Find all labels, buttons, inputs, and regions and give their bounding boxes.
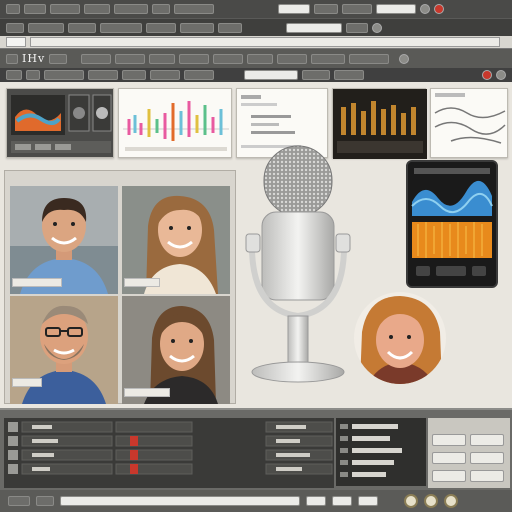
participant-name-2 xyxy=(124,278,160,287)
stop-button[interactable] xyxy=(332,496,352,506)
toolbar-button[interactable] xyxy=(179,53,210,64)
toolbar-button[interactable] xyxy=(50,4,80,14)
preview-graphic xyxy=(11,94,112,153)
toolbar-button[interactable] xyxy=(342,4,372,14)
toolbar-button[interactable] xyxy=(174,4,214,14)
clip-rows xyxy=(340,424,402,477)
action-button[interactable] xyxy=(470,452,504,464)
toolbar-button[interactable] xyxy=(84,4,110,14)
action-button[interactable] xyxy=(470,434,504,446)
action-button[interactable] xyxy=(432,434,466,446)
action-buttons xyxy=(428,418,510,488)
toolbar-button[interactable] xyxy=(314,4,338,14)
microphone-icon xyxy=(245,145,351,383)
toolbar-button[interactable] xyxy=(213,53,244,64)
stop-icon[interactable] xyxy=(496,70,506,80)
curve-graphic xyxy=(434,93,506,144)
action-button[interactable] xyxy=(470,470,504,482)
toolbar-button[interactable] xyxy=(302,70,330,80)
curve-panel[interactable] xyxy=(430,88,508,158)
pan-knob-icon[interactable] xyxy=(444,494,458,508)
toolbar-button[interactable] xyxy=(68,22,96,33)
toolbar-button[interactable] xyxy=(149,53,176,64)
settings-icon[interactable] xyxy=(420,4,430,14)
volume-knob-icon[interactable] xyxy=(404,494,418,508)
toolbar-button[interactable] xyxy=(349,53,390,64)
play-button[interactable] xyxy=(306,496,326,506)
nav-field[interactable] xyxy=(6,37,26,47)
toolbar-button[interactable] xyxy=(218,22,242,33)
toolbar-button[interactable] xyxy=(277,53,308,64)
url-field[interactable] xyxy=(30,37,500,47)
toolbar-button[interactable] xyxy=(122,70,146,80)
toolbar-button[interactable] xyxy=(44,70,84,80)
spectrum-panel[interactable] xyxy=(118,88,232,158)
toolbar-button[interactable] xyxy=(100,22,142,33)
toolbar-field[interactable] xyxy=(278,4,310,14)
toolbar-button[interactable] xyxy=(6,70,22,80)
action-button[interactable] xyxy=(432,452,466,464)
record-button[interactable] xyxy=(358,496,378,506)
toolbar-button[interactable] xyxy=(152,4,170,14)
host-photo xyxy=(354,292,446,384)
toolbar-button[interactable] xyxy=(346,22,368,33)
toolbar-button[interactable] xyxy=(114,4,148,14)
toolbar-button[interactable] xyxy=(36,496,54,506)
toolbar-button[interactable] xyxy=(184,70,214,80)
search-input[interactable] xyxy=(286,22,342,33)
close-icon[interactable] xyxy=(434,4,444,14)
toolbar-button[interactable] xyxy=(247,53,274,64)
toolbar-field[interactable] xyxy=(376,4,416,14)
host-avatar[interactable] xyxy=(354,292,446,384)
clip-list[interactable] xyxy=(336,418,426,486)
video-preview-panel[interactable] xyxy=(6,88,114,158)
toolbar-button[interactable] xyxy=(311,53,346,64)
toolbar-button[interactable] xyxy=(146,22,176,33)
record-icon[interactable] xyxy=(482,70,492,80)
top-toolbar xyxy=(0,0,512,18)
address-bar xyxy=(0,36,512,48)
track-rows xyxy=(8,421,333,475)
secondary-toolbar xyxy=(0,18,512,36)
toolbar-button[interactable] xyxy=(334,70,364,80)
toolbar-button[interactable] xyxy=(49,53,68,64)
participant-video-3[interactable] xyxy=(10,296,118,404)
timeline-scrubber[interactable] xyxy=(60,496,300,506)
toolbar-button[interactable] xyxy=(28,22,64,33)
menu-button[interactable] xyxy=(6,53,18,64)
gear-icon[interactable] xyxy=(372,22,382,33)
action-button[interactable] xyxy=(432,470,466,482)
waveform-graphic xyxy=(408,162,496,286)
participant-name-3 xyxy=(12,378,42,387)
app-window: IHv xyxy=(0,0,512,512)
audio-visualizer-device[interactable] xyxy=(406,160,498,288)
time-field[interactable] xyxy=(244,70,298,80)
toolbar-button[interactable] xyxy=(88,70,118,80)
timeline-toolbar xyxy=(0,68,512,82)
spectrum-graphic xyxy=(123,101,229,151)
toolbar-button[interactable] xyxy=(26,70,40,80)
app-header: IHv xyxy=(0,48,512,68)
app-logo: IHv xyxy=(22,52,46,65)
toolbar-button[interactable] xyxy=(180,22,214,33)
participant-name-1 xyxy=(12,278,62,287)
toolbar-button[interactable] xyxy=(24,4,46,14)
help-icon[interactable] xyxy=(399,53,410,64)
track-list xyxy=(4,418,334,488)
toolbar-button[interactable] xyxy=(6,22,24,33)
toolbar-button[interactable] xyxy=(8,496,30,506)
toolbar-button[interactable] xyxy=(6,4,20,14)
participant-name-4 xyxy=(124,388,170,397)
toolbar-button[interactable] xyxy=(81,53,112,64)
toolbar-button[interactable] xyxy=(150,70,180,80)
transport-bar xyxy=(0,490,512,512)
microphone-graphic xyxy=(244,140,354,390)
participant-avatar xyxy=(10,296,118,404)
toolbar-button[interactable] xyxy=(115,53,146,64)
gain-knob-icon[interactable] xyxy=(424,494,438,508)
